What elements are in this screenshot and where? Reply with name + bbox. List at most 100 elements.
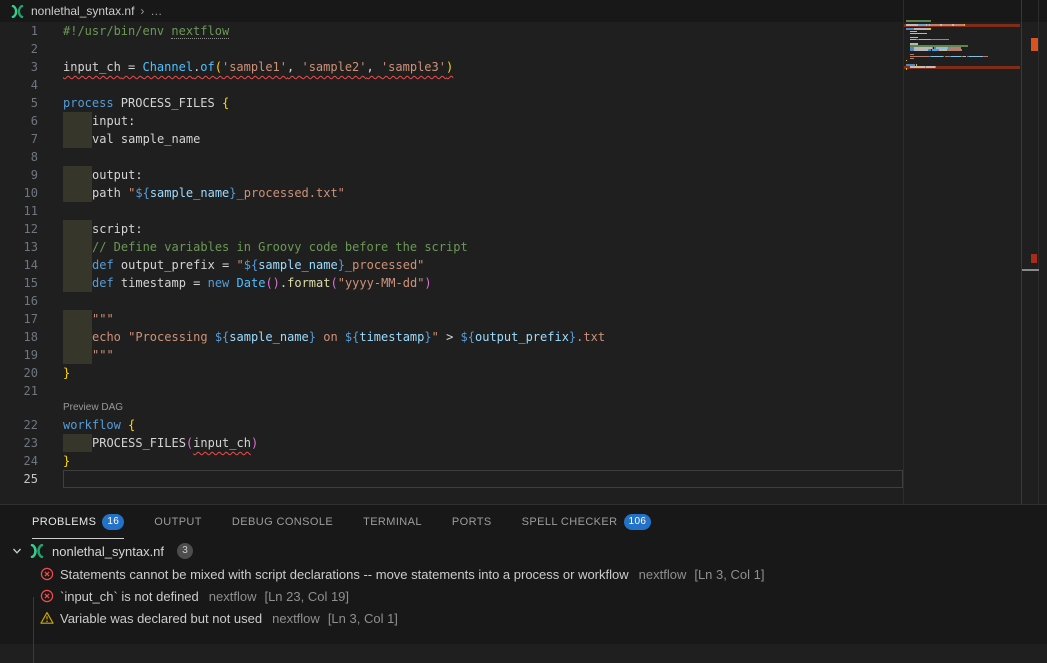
code-line-content[interactable]: output: [63, 166, 903, 184]
code-line-10[interactable]: 10path "${sample_name}_processed.txt" [0, 184, 903, 202]
minimap[interactable] [903, 0, 1021, 504]
code-line-content[interactable]: process PROCESS_FILES { [63, 94, 903, 112]
code-line-15[interactable]: 15def timestamp = new Date().format("yyy… [0, 274, 903, 292]
breadcrumb-chevron-icon: › [140, 4, 144, 18]
code-line-4[interactable]: 4 [0, 76, 903, 94]
problem-message: Statements cannot be mixed with script d… [60, 567, 629, 582]
code-line-content[interactable]: PROCESS_FILES(input_ch) [63, 434, 903, 452]
token: sample_name [150, 186, 229, 200]
code-line-20[interactable]: 20} [0, 364, 903, 382]
code-line-content[interactable]: } [63, 364, 903, 382]
code-line-12[interactable]: 12script: [0, 220, 903, 238]
code-line-content[interactable]: """ [63, 310, 903, 328]
code-line-7[interactable]: 7 val sample_name [0, 130, 903, 148]
overview-error-marker [1031, 38, 1038, 51]
problem-row-error[interactable]: Statements cannot be mixed with script d… [0, 563, 1047, 585]
tab-terminal[interactable]: TERMINAL [363, 505, 422, 539]
tab-debug-console[interactable]: DEBUG CONSOLE [232, 505, 333, 539]
code-line-23[interactable]: 23PROCESS_FILES(input_ch) [0, 434, 903, 452]
overview-ruler-lane [1022, 0, 1039, 504]
minimap-code-segment [940, 49, 947, 51]
nextflow-icon [29, 544, 45, 558]
code-line-content[interactable] [63, 76, 903, 94]
code-line-14[interactable]: 14def output_prefix = "${sample_name}_pr… [0, 256, 903, 274]
code-line-content[interactable] [63, 292, 903, 310]
token: path [92, 186, 128, 200]
current-line-highlight[interactable] [63, 470, 903, 488]
token: 'sample1' [222, 60, 287, 74]
file-problem-count-badge: 3 [177, 543, 193, 559]
overview-ruler[interactable] [1021, 0, 1047, 504]
token: _processed.txt" [237, 186, 345, 200]
line-number-2: 2 [0, 40, 38, 58]
code-line-content[interactable]: path "${sample_name}_processed.txt" [63, 184, 903, 202]
tab-problems[interactable]: PROBLEMS 16 [32, 505, 124, 539]
minimap-code-segment [964, 24, 965, 26]
token: // Define variables in Groovy code befor… [92, 240, 468, 254]
code-line-22[interactable]: 22workflow { [0, 416, 903, 434]
code-line-content[interactable] [63, 40, 903, 58]
code-line-content[interactable]: } [63, 452, 903, 470]
code-line-25[interactable]: 25 [0, 470, 903, 488]
code-line-content[interactable]: #!/usr/bin/env nextflow [63, 22, 903, 40]
code-line-content[interactable]: // Define variables in Groovy code befor… [63, 238, 903, 256]
code-line-8[interactable]: 8 [0, 148, 903, 166]
minimap-code-segment [923, 20, 932, 22]
indent-highlight [63, 274, 92, 292]
code-line-11[interactable]: 11 [0, 202, 903, 220]
code-line-21[interactable]: 21 [0, 382, 903, 400]
tab-spell-checker[interactable]: SPELL CHECKER 106 [522, 505, 652, 539]
code-line-2[interactable]: 2 [0, 40, 903, 58]
indent-highlight [63, 310, 92, 328]
breadcrumb: nonlethal_syntax.nf › … [0, 0, 1047, 22]
problem-row-warning[interactable]: Variable was declared but not usednextfl… [0, 607, 1047, 629]
codelens-preview-dag[interactable]: Preview DAG [63, 400, 123, 416]
code-line-24[interactable]: 24} [0, 452, 903, 470]
tab-output[interactable]: OUTPUT [154, 505, 202, 539]
minimap-code-segment [930, 28, 931, 30]
line-number-16: 16 [0, 292, 38, 310]
code-line-17[interactable]: 17""" [0, 310, 903, 328]
line-number-9: 9 [0, 166, 38, 184]
token: input: [92, 114, 135, 128]
problems-file-group[interactable]: nonlethal_syntax.nf 3 [0, 539, 1047, 563]
minimap-code-segment [969, 56, 983, 58]
code-line-9[interactable]: 9 output: [0, 166, 903, 184]
code-line-content[interactable]: script: [63, 220, 903, 238]
line-number-11: 11 [0, 202, 38, 220]
spell-checker-count-badge: 106 [624, 514, 652, 530]
token: () [265, 276, 279, 290]
code-line-content[interactable] [63, 202, 903, 220]
token: of [200, 60, 214, 74]
breadcrumb-file[interactable]: nonlethal_syntax.nf [31, 4, 134, 18]
code-line-content[interactable]: def timestamp = new Date().format("yyyy-… [63, 274, 903, 292]
token: } [63, 366, 70, 380]
code-line-content[interactable] [63, 382, 903, 400]
code-line-13[interactable]: 13// Define variables in Groovy code bef… [0, 238, 903, 256]
code-line-5[interactable]: 5process PROCESS_FILES { [0, 94, 903, 112]
code-line-18[interactable]: 18echo "Processing ${sample_name} on ${t… [0, 328, 903, 346]
code-line-content[interactable]: echo "Processing ${sample_name} on ${tim… [63, 328, 903, 346]
code-line-content[interactable]: input: [63, 112, 903, 130]
overview-visible-region-line [1022, 269, 1039, 271]
code-line-content[interactable]: """ [63, 346, 903, 364]
line-number-7: 7 [0, 130, 38, 148]
code-line-1[interactable]: 1#!/usr/bin/env nextflow [0, 22, 903, 40]
code-line-content[interactable] [63, 148, 903, 166]
code-line-content[interactable]: def output_prefix = "${sample_name}_proc… [63, 256, 903, 274]
tab-ports[interactable]: PORTS [452, 505, 492, 539]
code-line-3[interactable]: 3input_ch = Channel.of('sample1', 'sampl… [0, 58, 903, 76]
indent-highlight [63, 346, 92, 364]
code-line-16[interactable]: 16 [0, 292, 903, 310]
problem-row-error[interactable]: `input_ch` is not definednextflow[Ln 23,… [0, 585, 1047, 607]
minimap-code-segment [984, 56, 988, 58]
code-line-content[interactable]: val sample_name [63, 130, 903, 148]
code-editor[interactable]: 1#!/usr/bin/env nextflow23input_ch = Cha… [0, 22, 903, 488]
code-line-content[interactable]: workflow { [63, 416, 903, 434]
code-line-content[interactable]: input_ch = Channel.of('sample1', 'sample… [63, 58, 903, 76]
token: ${ [244, 258, 258, 272]
code-line-19[interactable]: 19""" [0, 346, 903, 364]
token: } [338, 258, 345, 272]
code-line-6[interactable]: 6input: [0, 112, 903, 130]
breadcrumb-symbol-more[interactable]: … [150, 4, 162, 18]
